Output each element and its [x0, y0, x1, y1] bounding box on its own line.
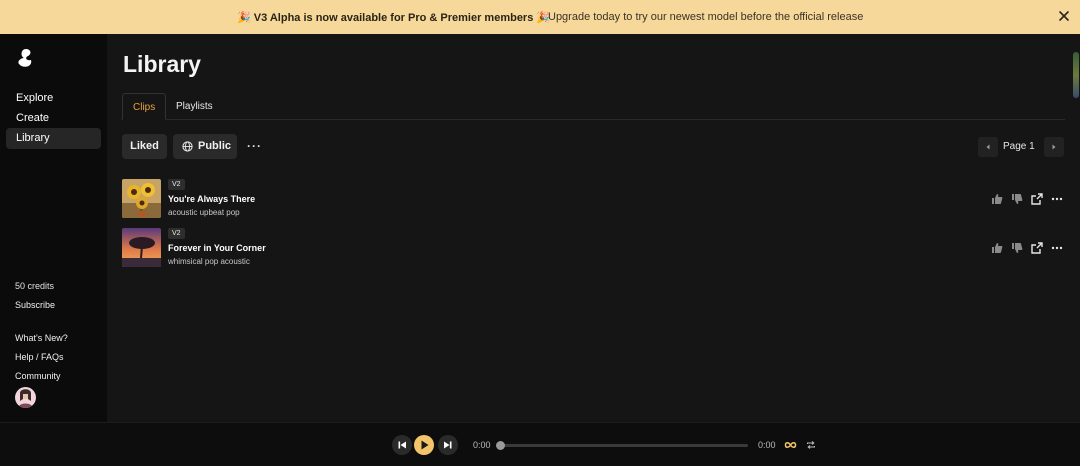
- public-filter-label: Public: [198, 140, 232, 152]
- close-icon[interactable]: [1056, 8, 1072, 24]
- scrollbar-thumb[interactable]: [1073, 52, 1079, 98]
- version-badge: V2: [168, 179, 185, 190]
- song-row[interactable]: V2 You're Always There acoustic upbeat p…: [121, 179, 1065, 219]
- song-tags[interactable]: acoustic upbeat pop: [168, 208, 240, 217]
- next-page-button[interactable]: [1044, 137, 1064, 157]
- song-cover-image[interactable]: [122, 228, 161, 267]
- library-tabs: Clips Playlists: [121, 93, 1065, 120]
- help-faqs-link[interactable]: Help / FAQs: [15, 352, 64, 362]
- more-options-button[interactable]: ···: [247, 139, 262, 153]
- skip-back-icon: [398, 441, 406, 449]
- credits-count: 50 credits: [15, 281, 55, 291]
- thumbs-up-icon[interactable]: [991, 242, 1003, 254]
- sidebar-item-explore[interactable]: Explore: [6, 88, 101, 109]
- current-time: 0:00: [473, 440, 491, 450]
- community-link[interactable]: Community: [15, 371, 61, 381]
- song-row[interactable]: V2 Forever in Your Corner whimsical pop …: [121, 228, 1065, 268]
- previous-track-button[interactable]: [392, 435, 412, 455]
- liked-filter-button[interactable]: Liked: [122, 134, 167, 159]
- play-icon: [421, 440, 429, 450]
- chevron-right-icon: [1052, 144, 1056, 150]
- version-badge: V2: [168, 228, 185, 239]
- duration: 0:00: [758, 440, 776, 450]
- progress-track[interactable]: [500, 444, 748, 447]
- song-tags[interactable]: whimsical pop acoustic: [168, 257, 250, 266]
- page-indicator: Page 1: [1003, 141, 1035, 152]
- player-bar: 0:00 0:00: [0, 422, 1080, 466]
- banner-message[interactable]: Upgrade today to try our newest model be…: [548, 11, 863, 23]
- globe-icon: [182, 141, 193, 152]
- skip-forward-icon: [444, 441, 452, 449]
- share-icon[interactable]: [1031, 193, 1043, 205]
- chevron-left-icon: [986, 144, 990, 150]
- song-title[interactable]: You're Always There: [168, 194, 255, 204]
- library-main: Library Clips Playlists Liked Public ···…: [107, 34, 1073, 422]
- sidebar: Explore Create Library 50 credits Subscr…: [0, 34, 107, 422]
- announcement-banner: 🎉 V3 Alpha is now available for Pro & Pr…: [0, 0, 1080, 34]
- more-options-icon[interactable]: [1051, 242, 1063, 254]
- thumbs-up-icon[interactable]: [991, 193, 1003, 205]
- previous-page-button[interactable]: [978, 137, 998, 157]
- play-button[interactable]: [414, 435, 434, 455]
- tab-clips[interactable]: Clips: [122, 93, 167, 120]
- more-options-icon[interactable]: [1051, 193, 1063, 205]
- public-filter-button[interactable]: Public: [173, 134, 237, 159]
- whats-new-link[interactable]: What's New?: [15, 333, 68, 343]
- share-icon[interactable]: [1031, 242, 1043, 254]
- repeat-icon[interactable]: [806, 440, 816, 450]
- page-title: Library: [123, 51, 201, 77]
- liked-filter-label: Liked: [130, 140, 159, 152]
- tab-playlists[interactable]: Playlists: [166, 93, 223, 120]
- subscribe-link[interactable]: Subscribe: [15, 300, 55, 310]
- song-title[interactable]: Forever in Your Corner: [168, 243, 266, 253]
- sidebar-item-create[interactable]: Create: [6, 108, 101, 129]
- thumbs-down-icon[interactable]: [1011, 242, 1023, 254]
- brand-logo-icon[interactable]: [14, 47, 36, 69]
- next-track-button[interactable]: [438, 435, 458, 455]
- infinity-icon[interactable]: [784, 440, 797, 450]
- banner-highlight: 🎉 V3 Alpha is now available for Pro & Pr…: [237, 12, 551, 24]
- thumbs-down-icon[interactable]: [1011, 193, 1023, 205]
- sidebar-item-library[interactable]: Library: [6, 128, 101, 149]
- progress-knob[interactable]: [496, 441, 505, 450]
- song-cover-image[interactable]: [122, 179, 161, 218]
- avatar[interactable]: [15, 387, 36, 408]
